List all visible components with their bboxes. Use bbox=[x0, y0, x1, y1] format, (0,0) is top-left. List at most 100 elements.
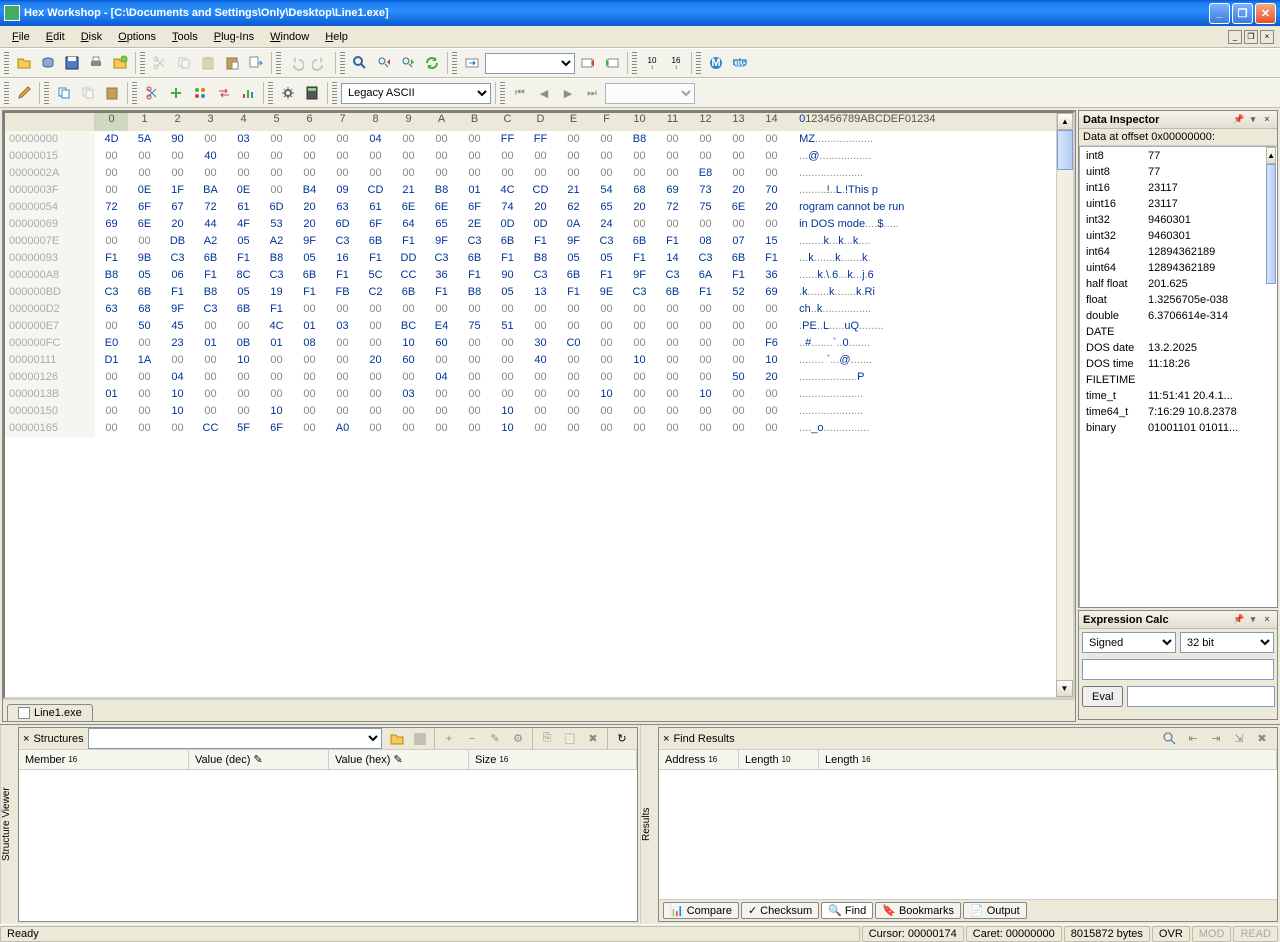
struct-settings-button: ⚙ bbox=[507, 728, 529, 750]
tab-output[interactable]: 📄 Output bbox=[963, 902, 1027, 919]
vertical-scrollbar[interactable]: ▲ ▼ bbox=[1056, 113, 1073, 697]
goto-combo[interactable] bbox=[485, 53, 575, 74]
base-16-button[interactable]: 16↕ bbox=[665, 52, 687, 74]
eval-button[interactable]: Eval bbox=[1082, 686, 1123, 707]
mdi-close[interactable]: × bbox=[1260, 30, 1274, 44]
dropdown-icon[interactable]: ▾ bbox=[1247, 614, 1259, 626]
close-icon[interactable]: × bbox=[1261, 614, 1273, 626]
edit-button[interactable] bbox=[13, 82, 35, 104]
open-struct-button[interactable] bbox=[386, 728, 408, 750]
bits-select[interactable]: 32 bit bbox=[1180, 632, 1274, 653]
col-length2[interactable]: Length 16 bbox=[819, 750, 1277, 769]
menu-edit[interactable]: Edit bbox=[38, 29, 73, 45]
tab-compare[interactable]: 📊 Compare bbox=[663, 902, 739, 919]
insert-button[interactable] bbox=[165, 82, 187, 104]
calculator-button[interactable] bbox=[301, 82, 323, 104]
grip-icon[interactable] bbox=[332, 82, 337, 104]
goto-button[interactable] bbox=[461, 52, 483, 74]
chart-button[interactable] bbox=[237, 82, 259, 104]
minimize-button[interactable]: _ bbox=[1209, 3, 1230, 24]
structure-list[interactable] bbox=[19, 770, 637, 921]
fill-button[interactable] bbox=[189, 82, 211, 104]
new-button[interactable] bbox=[109, 52, 131, 74]
export-button[interactable] bbox=[245, 52, 267, 74]
find-button[interactable] bbox=[1159, 728, 1181, 750]
paste-hex-button[interactable] bbox=[101, 82, 123, 104]
base-10-button[interactable]: 10↕ bbox=[641, 52, 663, 74]
scroll-up-button[interactable]: ▲ bbox=[1057, 113, 1073, 130]
results-list[interactable] bbox=[659, 770, 1277, 899]
close-icon[interactable]: × bbox=[1261, 114, 1273, 126]
menu-options[interactable]: Options bbox=[110, 29, 164, 45]
cut-selection-button[interactable] bbox=[141, 82, 163, 104]
col-length[interactable]: Length 10 bbox=[739, 750, 819, 769]
goto-prev-button[interactable] bbox=[577, 52, 599, 74]
maximize-button[interactable]: ❐ bbox=[1232, 3, 1253, 24]
close-icon[interactable]: × bbox=[23, 733, 29, 745]
tab-checksum[interactable]: ✓ Checksum bbox=[741, 902, 819, 919]
save-button[interactable] bbox=[61, 52, 83, 74]
grip-icon[interactable] bbox=[44, 82, 49, 104]
grip-icon[interactable] bbox=[4, 82, 9, 104]
results-label[interactable]: Results bbox=[640, 725, 656, 924]
hex-editor[interactable]: 0123456789ABCDEF1011121314 0123456789ABC… bbox=[3, 111, 1075, 699]
find-prev-button[interactable] bbox=[373, 52, 395, 74]
scroll-down-button[interactable]: ▼ bbox=[1056, 680, 1073, 697]
menu-help[interactable]: Help bbox=[317, 29, 356, 45]
grip-icon[interactable] bbox=[132, 82, 137, 104]
scroll-thumb[interactable] bbox=[1057, 130, 1073, 170]
grip-icon[interactable] bbox=[696, 52, 701, 74]
tab-bookmarks[interactable]: 🔖 Bookmarks bbox=[875, 902, 961, 919]
find-button[interactable] bbox=[349, 52, 371, 74]
col-value-dec[interactable]: Value (dec) ✎ bbox=[189, 750, 329, 769]
inspector-scrollbar[interactable]: ▲ bbox=[1266, 147, 1276, 606]
expression-input[interactable] bbox=[1082, 659, 1274, 680]
find-next-button[interactable] bbox=[397, 52, 419, 74]
structure-select[interactable] bbox=[88, 728, 382, 749]
copy-hex-button[interactable] bbox=[53, 82, 75, 104]
encoding-select[interactable]: Legacy ASCII bbox=[341, 83, 491, 104]
goto-next-button[interactable] bbox=[601, 52, 623, 74]
grip-icon[interactable] bbox=[140, 52, 145, 74]
close-button[interactable]: ✕ bbox=[1255, 3, 1276, 24]
menu-plugins[interactable]: Plug-Ins bbox=[206, 29, 262, 45]
tab-find[interactable]: 🔍 Find bbox=[821, 902, 873, 919]
open-drive-button[interactable] bbox=[37, 52, 59, 74]
pin-icon[interactable]: 📌 bbox=[1233, 614, 1245, 626]
refresh-button[interactable] bbox=[421, 52, 443, 74]
close-icon[interactable]: × bbox=[663, 733, 669, 745]
grip-icon[interactable] bbox=[500, 82, 505, 104]
settings-button[interactable] bbox=[277, 82, 299, 104]
col-member[interactable]: Member 16 bbox=[19, 750, 189, 769]
motorola-button[interactable]: M bbox=[705, 52, 727, 74]
separator bbox=[447, 52, 448, 74]
col-address[interactable]: Address 16 bbox=[659, 750, 739, 769]
sector-select[interactable] bbox=[605, 83, 695, 104]
grip-icon[interactable] bbox=[340, 52, 345, 74]
intel-button[interactable]: intel bbox=[729, 52, 751, 74]
menu-tools[interactable]: Tools bbox=[164, 29, 206, 45]
grip-icon[interactable] bbox=[276, 52, 281, 74]
signed-select[interactable]: Signed bbox=[1082, 632, 1176, 653]
menu-file[interactable]: File bbox=[4, 29, 38, 45]
grip-icon[interactable] bbox=[452, 52, 457, 74]
structure-viewer-label[interactable]: Structure Viewer bbox=[0, 725, 16, 924]
grip-icon[interactable] bbox=[4, 52, 9, 74]
paste-special-button[interactable] bbox=[221, 52, 243, 74]
mdi-restore[interactable]: ❐ bbox=[1244, 30, 1258, 44]
grip-icon[interactable] bbox=[268, 82, 273, 104]
pin-icon[interactable]: 📌 bbox=[1233, 114, 1245, 126]
menu-window[interactable]: Window bbox=[262, 29, 317, 45]
inspector-table[interactable]: int877uint877int1623117uint1623117int329… bbox=[1080, 147, 1266, 437]
file-tab[interactable]: Line1.exe bbox=[7, 704, 93, 721]
col-value-hex[interactable]: Value (hex) ✎ bbox=[329, 750, 469, 769]
mdi-minimize[interactable]: _ bbox=[1228, 30, 1242, 44]
swap-button[interactable] bbox=[213, 82, 235, 104]
struct-refresh-button[interactable]: ↻ bbox=[611, 728, 633, 750]
dropdown-icon[interactable]: ▾ bbox=[1247, 114, 1259, 126]
grip-icon[interactable] bbox=[632, 52, 637, 74]
print-button[interactable] bbox=[85, 52, 107, 74]
col-size[interactable]: Size 16 bbox=[469, 750, 637, 769]
menu-disk[interactable]: Disk bbox=[73, 29, 110, 45]
open-file-button[interactable] bbox=[13, 52, 35, 74]
